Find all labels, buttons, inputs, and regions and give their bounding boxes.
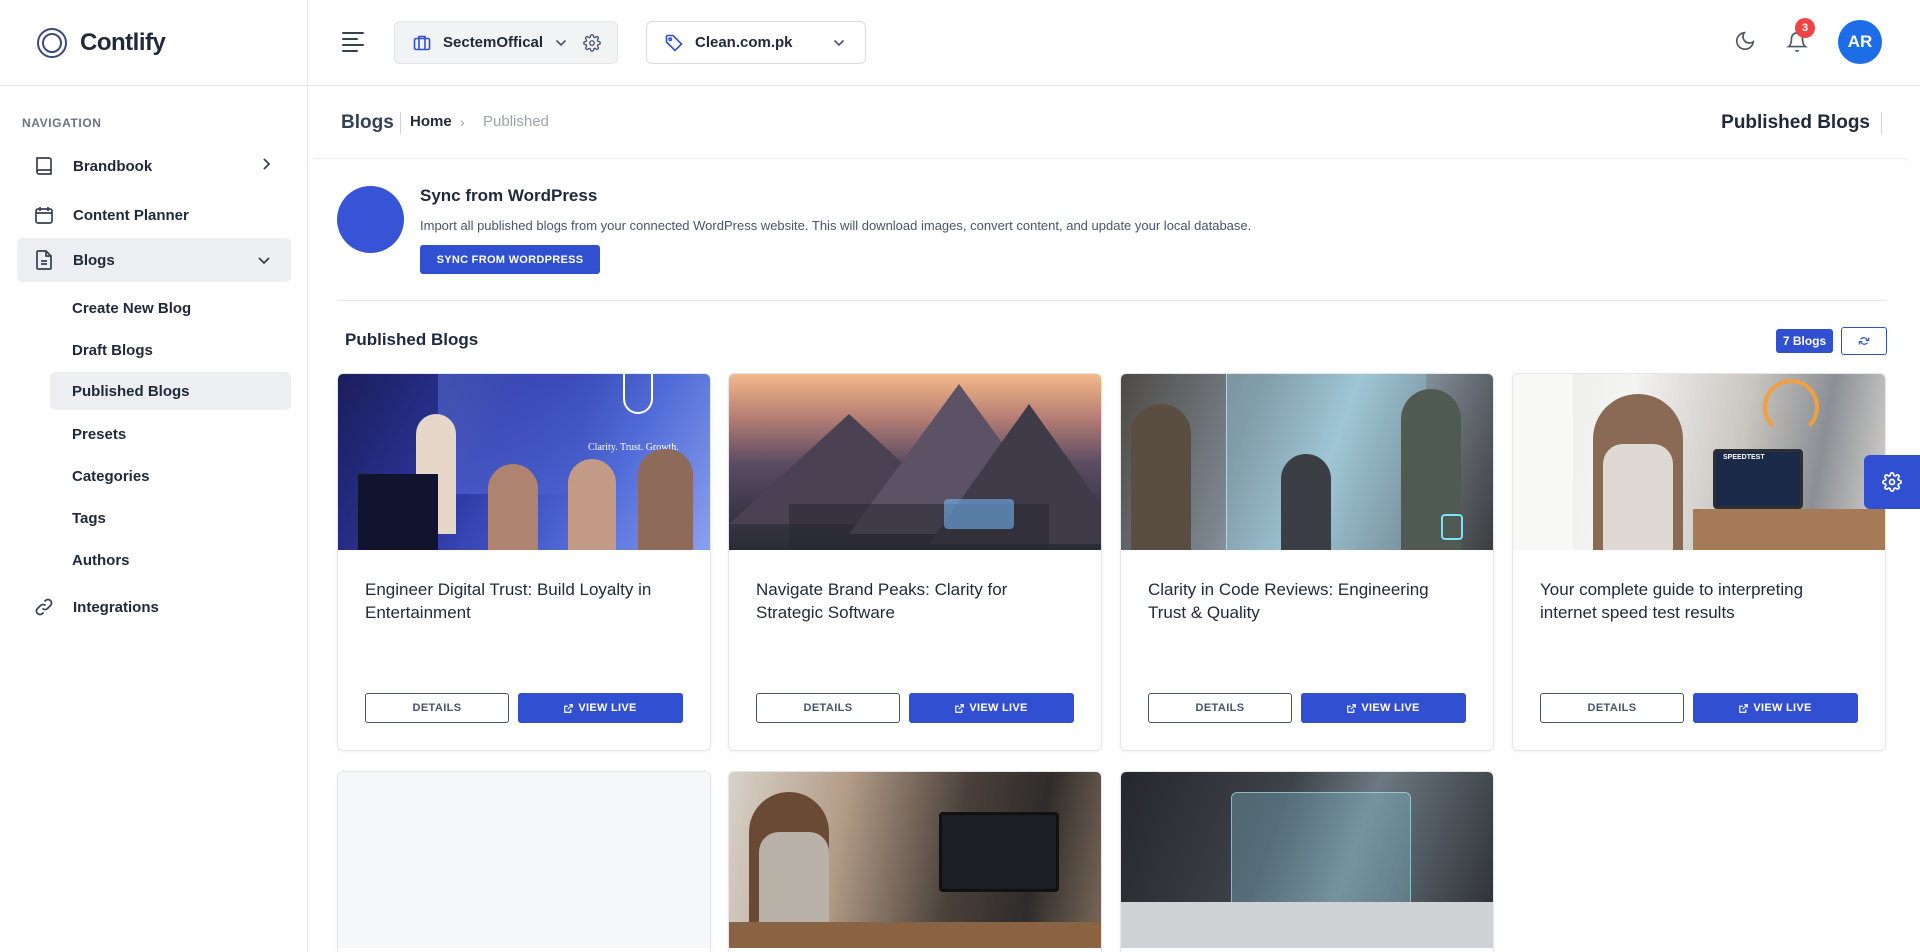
gear-icon [1882,472,1902,492]
app-logo[interactable]: Contlify [0,0,307,86]
view-live-button[interactable]: VIEW LIVE [518,693,683,723]
chevron-down-icon [555,39,567,47]
nav-section-label: NAVIGATION [22,116,102,130]
sidebar-item-blogs[interactable]: Blogs [17,238,291,282]
document-icon [33,249,55,271]
blog-card [1120,771,1494,952]
website-name: Clean.com.pk [695,34,793,51]
view-live-label: VIEW LIVE [578,702,637,714]
details-button[interactable]: DETAILS [1148,693,1292,723]
wordpress-sync-icon [337,186,404,253]
sidebar-subitem-tags[interactable]: Tags [50,499,291,537]
blog-card: Clarity. Trust. Growth. Engineer Digital… [337,373,711,751]
external-link-icon [955,703,965,713]
published-blogs-title: Published Blogs [345,330,479,349]
tag-icon [665,34,683,52]
sync-title: Sync from WordPress [420,186,598,205]
blog-count-badge: 7 Blogs [1776,329,1833,353]
breadcrumb-separator: › [460,114,465,130]
blog-card [728,771,1102,952]
blog-card-image: Clarity. Trust. Growth. [338,374,710,550]
details-button[interactable]: DETAILS [365,693,509,723]
blog-card: Clarity in Code Reviews: Engineering Tru… [1120,373,1494,751]
sidebar-item-label: Integrations [73,598,159,616]
blog-card [337,771,711,952]
topbar: SectemOffical Clean.com.pk 3 AR [308,0,1920,86]
link-icon [33,596,55,618]
blog-card-title: Your complete guide to interpreting inte… [1540,580,1804,622]
blog-card: SPEEDTEST Your complete guide to interpr… [1512,373,1886,751]
sidebar-item-label: Brandbook [73,157,153,175]
view-live-label: VIEW LIVE [969,702,1028,714]
book-icon [33,155,55,177]
sync-description: Import all published blogs from your con… [420,218,1252,233]
sidebar-subitem-published-blogs[interactable]: Published Blogs [50,372,291,410]
sidebar-item-content-planner[interactable]: Content Planner [17,193,291,237]
view-live-button[interactable]: VIEW LIVE [1301,693,1466,723]
section-divider [337,300,1887,301]
sidebar-subitem-categories[interactable]: Categories [50,457,291,495]
blog-card-title: Engineer Digital Trust: Build Loyalty in… [365,580,652,622]
blog-card-title: Clarity in Code Reviews: Engineering Tru… [1148,580,1429,622]
sidebar-item-brandbook[interactable]: Brandbook [17,144,291,188]
sync-from-wordpress-button[interactable]: SYNC FROM WORDPRESS [420,245,600,274]
view-live-button[interactable]: VIEW LIVE [1693,693,1858,723]
sidebar-item-label: Blogs [73,251,115,269]
website-selector[interactable]: Clean.com.pk [646,21,866,64]
blog-card-image-placeholder [338,772,710,948]
view-live-label: VIEW LIVE [1753,702,1812,714]
chevron-down-icon [833,39,845,47]
gear-icon[interactable] [583,33,601,52]
refresh-icon [1857,335,1871,347]
chevron-right-icon [261,157,271,175]
sidebar-subitem-authors[interactable]: Authors [50,541,291,579]
page-title: Blogs [341,112,394,133]
dark-mode-toggle-icon[interactable] [1734,30,1756,57]
details-button[interactable]: DETAILS [1540,693,1684,723]
external-link-icon [1347,703,1357,713]
blog-card-image [1121,772,1493,948]
view-live-label: VIEW LIVE [1361,702,1420,714]
app-name: Contlify [80,28,166,56]
divider [400,112,401,134]
briefcase-icon [413,34,431,52]
sidebar-subitem-create-new-blog[interactable]: Create New Blog [50,289,291,327]
sidebar-item-label: Content Planner [73,206,189,224]
external-link-icon [1739,703,1749,713]
divider [1881,112,1882,134]
sidebar-item-integrations[interactable]: Integrations [17,585,291,629]
blog-card-image [729,374,1101,550]
sidebar-subitem-draft-blogs[interactable]: Draft Blogs [50,331,291,369]
header-right-title: Published Blogs [1721,112,1870,133]
external-link-icon [564,703,574,713]
organization-name: SectemOffical [443,34,544,51]
notification-count-badge: 3 [1795,18,1815,38]
sidebar-subitem-presets[interactable]: Presets [50,415,291,453]
user-avatar[interactable]: AR [1838,20,1882,64]
shield-icon [623,374,653,414]
details-button[interactable]: DETAILS [756,693,900,723]
lock-icon [1441,514,1463,540]
brain-logo-icon [37,27,67,58]
blog-card-image [1121,374,1493,550]
organization-selector[interactable]: SectemOffical [394,21,618,64]
blog-card-title: Navigate Brand Peaks: Clarity for Strate… [756,580,1008,622]
blog-card: Navigate Brand Peaks: Clarity for Strate… [728,373,1102,751]
breadcrumb-current: Published [483,113,549,130]
breadcrumb-home-link[interactable]: Home [410,113,452,130]
refresh-button[interactable] [1841,327,1887,355]
menu-icon[interactable] [342,32,364,52]
breadcrumb-bar: Blogs Home › Published Published Blogs [308,86,1920,158]
image-overlay-text: SPEEDTEST [1723,454,1765,461]
blog-card-image [729,772,1101,948]
calendar-icon [33,204,55,226]
blog-card-image: SPEEDTEST [1513,374,1885,550]
view-live-button[interactable]: VIEW LIVE [909,693,1074,723]
floating-settings-button[interactable] [1864,455,1920,509]
chevron-down-icon [257,253,271,270]
